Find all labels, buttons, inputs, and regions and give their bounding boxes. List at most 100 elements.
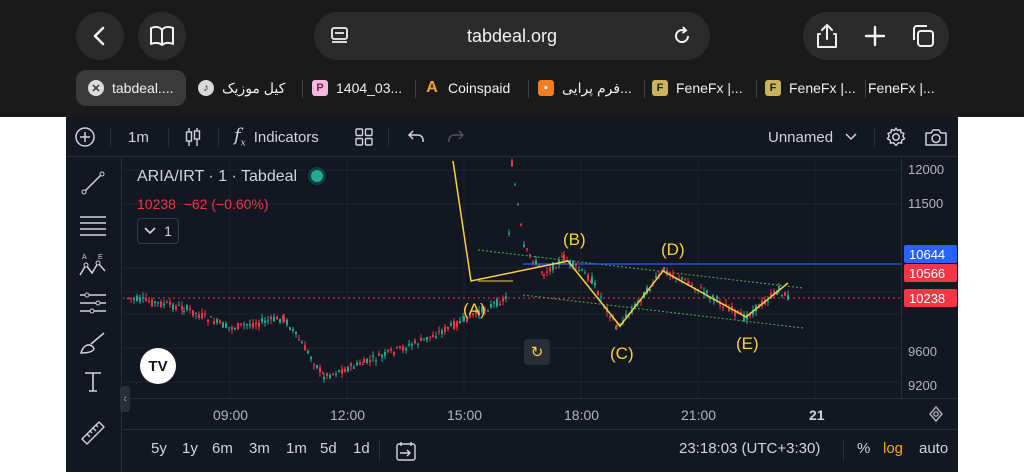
price-axis[interactable]: 12000 11500 10644 10566 10238 9600 9200 (901, 158, 958, 398)
candle-body (183, 310, 185, 312)
tab-coinspaid[interactable]: A Coinspaid (424, 70, 524, 106)
range-1d[interactable]: 1d (353, 440, 370, 457)
reload-icon[interactable] (672, 26, 692, 46)
back-button[interactable] (76, 12, 124, 60)
candle-body (561, 256, 563, 258)
range-5d[interactable]: 5d (320, 440, 337, 457)
chart-pane[interactable]: ARIA/IRT · 1 · Tabdeal 10238 −62 (−0.60%… (123, 158, 901, 398)
candle-body (378, 353, 380, 356)
candle-body (456, 321, 458, 328)
indicators-collapse-button[interactable]: 1 (137, 218, 179, 244)
layout-button[interactable] (354, 117, 374, 157)
candle-body (359, 362, 361, 365)
time-label: 09:00 (213, 407, 249, 423)
candle-body (616, 325, 618, 327)
add-symbol-button[interactable] (74, 117, 96, 157)
candle-body (231, 327, 233, 330)
candle-body (709, 298, 711, 300)
redo-button[interactable] (446, 117, 466, 157)
candle-body (411, 344, 413, 346)
candle-body (157, 302, 159, 304)
candle-body (246, 324, 248, 326)
bottom-toolbar: 5y 1y 6m 3m 1m 5d 1d 23:18:03 (UTC+3:30)… (123, 429, 958, 472)
auto-toggle[interactable]: auto (919, 440, 948, 457)
candle-body (600, 296, 602, 298)
grid-icon (355, 128, 373, 146)
candle-body (405, 348, 407, 351)
candle-body (310, 357, 312, 360)
percent-toggle[interactable]: % (857, 440, 870, 457)
candle-body (581, 269, 583, 271)
book-icon (150, 25, 174, 46)
tab-form[interactable]: ▪ فرم پرایی... (538, 70, 642, 106)
fenefx-icon: F (652, 80, 668, 96)
candle-body (372, 355, 374, 357)
forecast-tool[interactable] (78, 288, 108, 318)
snapshot-button[interactable] (924, 117, 948, 157)
candle-body (145, 298, 147, 301)
tradingview-logo[interactable]: TV (140, 348, 176, 384)
chart-canvas[interactable] (123, 158, 901, 398)
range-1m[interactable]: 1m (286, 440, 307, 457)
share-icon[interactable] (815, 23, 839, 49)
candle-body (767, 300, 769, 302)
candle-body (781, 294, 783, 296)
pattern-tool[interactable]: AE (78, 250, 108, 280)
goto-date-icon[interactable] (395, 440, 417, 462)
candle-body (243, 324, 245, 326)
tab-tabdeal[interactable]: ✕ tabdeal.... (76, 70, 186, 106)
log-toggle[interactable]: log (883, 440, 903, 457)
chart-type-button[interactable] (184, 117, 202, 157)
settings-button[interactable] (885, 117, 907, 157)
range-3m[interactable]: 3m (249, 440, 270, 457)
address-bar[interactable]: tabdeal.org (314, 12, 710, 60)
symbol-label[interactable]: ARIA/IRT · 1 · Tabdeal (137, 168, 297, 185)
candle-body (555, 267, 557, 269)
range-5y[interactable]: 5y (151, 440, 167, 457)
text-tool[interactable] (78, 366, 108, 396)
range-1y[interactable]: 1y (182, 440, 198, 457)
fenefx-icon: F (765, 80, 781, 96)
tab-fenefx-1[interactable]: F FeneFx |... (652, 70, 752, 106)
layout-name-dropdown[interactable]: Unnamed (768, 117, 857, 157)
brush-tool[interactable] (78, 328, 108, 358)
candles-icon (185, 128, 201, 146)
candle-body (453, 321, 455, 329)
camera-icon (925, 129, 947, 146)
indicators-button[interactable]: fx Indicators (234, 117, 319, 157)
candle-body (166, 302, 168, 304)
bookmarks-button[interactable] (138, 12, 186, 60)
range-6m[interactable]: 6m (212, 440, 233, 457)
tab-1404[interactable]: P 1404_03... (312, 70, 412, 106)
candle-body (213, 321, 215, 324)
tab-fenefx-3[interactable]: FeneFx |... (868, 70, 948, 106)
candle-body (784, 292, 786, 296)
candle-body (381, 355, 383, 358)
time-axis[interactable]: 09:00 12:00 15:00 18:00 21:00 21 (123, 398, 958, 428)
fib-tool[interactable] (78, 210, 108, 240)
tab-music[interactable]: ♪ کیل موزیک (198, 70, 298, 106)
clock[interactable]: 23:18:03 (UTC+3:30) (679, 440, 820, 457)
coinspaid-icon: A (426, 79, 438, 96)
trend-line-tool[interactable] (78, 168, 108, 198)
candle-body (529, 254, 531, 256)
reset-chart-button[interactable]: ↻ (524, 339, 550, 365)
interval-button[interactable]: 1m (128, 117, 149, 157)
tabs-icon[interactable] (910, 23, 936, 49)
candle-body (716, 296, 718, 299)
close-icon[interactable]: ✕ (88, 80, 104, 96)
candle-body (575, 264, 577, 266)
candle-body (609, 315, 611, 318)
candle-body (148, 301, 150, 303)
candle-body (684, 278, 686, 280)
scale-settings-icon[interactable] (927, 405, 945, 423)
candle-body (289, 327, 291, 330)
candle-body (270, 316, 272, 320)
tab-fenefx-2[interactable]: F FeneFx |... (765, 70, 863, 106)
undo-button[interactable] (406, 117, 426, 157)
ruler-tool[interactable] (78, 418, 108, 448)
wave-label-b: (B) (563, 230, 586, 249)
indicators-label: Indicators (253, 128, 319, 146)
new-tab-icon[interactable] (864, 25, 886, 47)
candle-body (175, 306, 177, 310)
